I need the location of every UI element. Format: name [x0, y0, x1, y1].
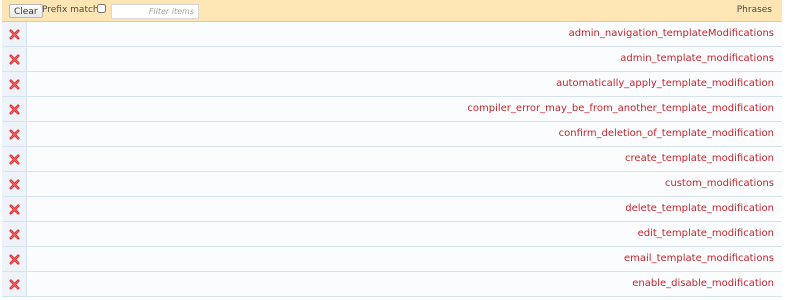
delete-x-icon[interactable] [2, 72, 27, 96]
phrase-link[interactable]: automatically_apply_template_modificatio… [556, 78, 774, 89]
list-item: create_template_modification [2, 147, 782, 172]
phrase-link[interactable]: enable_disable_modification [632, 278, 774, 289]
phrase-link[interactable]: custom_modifications [665, 178, 774, 189]
filter-input[interactable] [111, 4, 199, 19]
delete-x-icon[interactable] [2, 122, 27, 146]
phrase-link[interactable]: compiler_error_may_be_from_another_templ… [467, 103, 774, 114]
phrase-link[interactable]: admin_navigation_templateModifications [569, 28, 774, 39]
list-item: confirm_deletion_of_template_modificatio… [2, 122, 782, 147]
prefix-match-label: Prefix match [42, 5, 99, 15]
delete-x-icon[interactable] [2, 97, 27, 121]
list-item: admin_template_modifications [2, 47, 782, 72]
phrase-link[interactable]: edit_template_modification [638, 228, 774, 239]
list-item: compiler_error_may_be_from_another_templ… [2, 97, 782, 122]
phrase-link[interactable]: admin_template_modifications [620, 53, 774, 64]
column-header-phrases: Phrases [736, 5, 772, 15]
phrase-link[interactable]: delete_template_modification [625, 203, 774, 214]
list-item: edit_template_modification [2, 222, 782, 247]
delete-x-icon[interactable] [2, 197, 27, 221]
list-item: email_template_modifications [2, 247, 782, 272]
list-item: delete_template_modification [2, 197, 782, 222]
clear-button[interactable]: Clear [9, 4, 43, 18]
delete-x-icon[interactable] [2, 247, 27, 271]
delete-x-icon[interactable] [2, 47, 27, 71]
phrase-list: admin_navigation_templateModificationsad… [2, 22, 782, 297]
list-item: custom_modifications [2, 172, 782, 197]
delete-x-icon[interactable] [2, 172, 27, 196]
list-item: enable_disable_modification [2, 272, 782, 297]
prefix-match-checkbox[interactable] [97, 4, 106, 13]
filter-toolbar: Clear Prefix match Phrases [2, 0, 782, 22]
list-item: automatically_apply_template_modificatio… [2, 72, 782, 97]
phrase-link[interactable]: confirm_deletion_of_template_modificatio… [559, 128, 774, 139]
phrase-link[interactable]: create_template_modification [625, 153, 774, 164]
delete-x-icon[interactable] [2, 222, 27, 246]
phrase-link[interactable]: email_template_modifications [624, 253, 774, 264]
delete-x-icon[interactable] [2, 147, 27, 171]
delete-x-icon[interactable] [2, 22, 27, 46]
list-item: admin_navigation_templateModifications [2, 22, 782, 47]
phrases-panel: Clear Prefix match Phrases admin_navigat… [2, 0, 782, 300]
delete-x-icon[interactable] [2, 272, 27, 296]
